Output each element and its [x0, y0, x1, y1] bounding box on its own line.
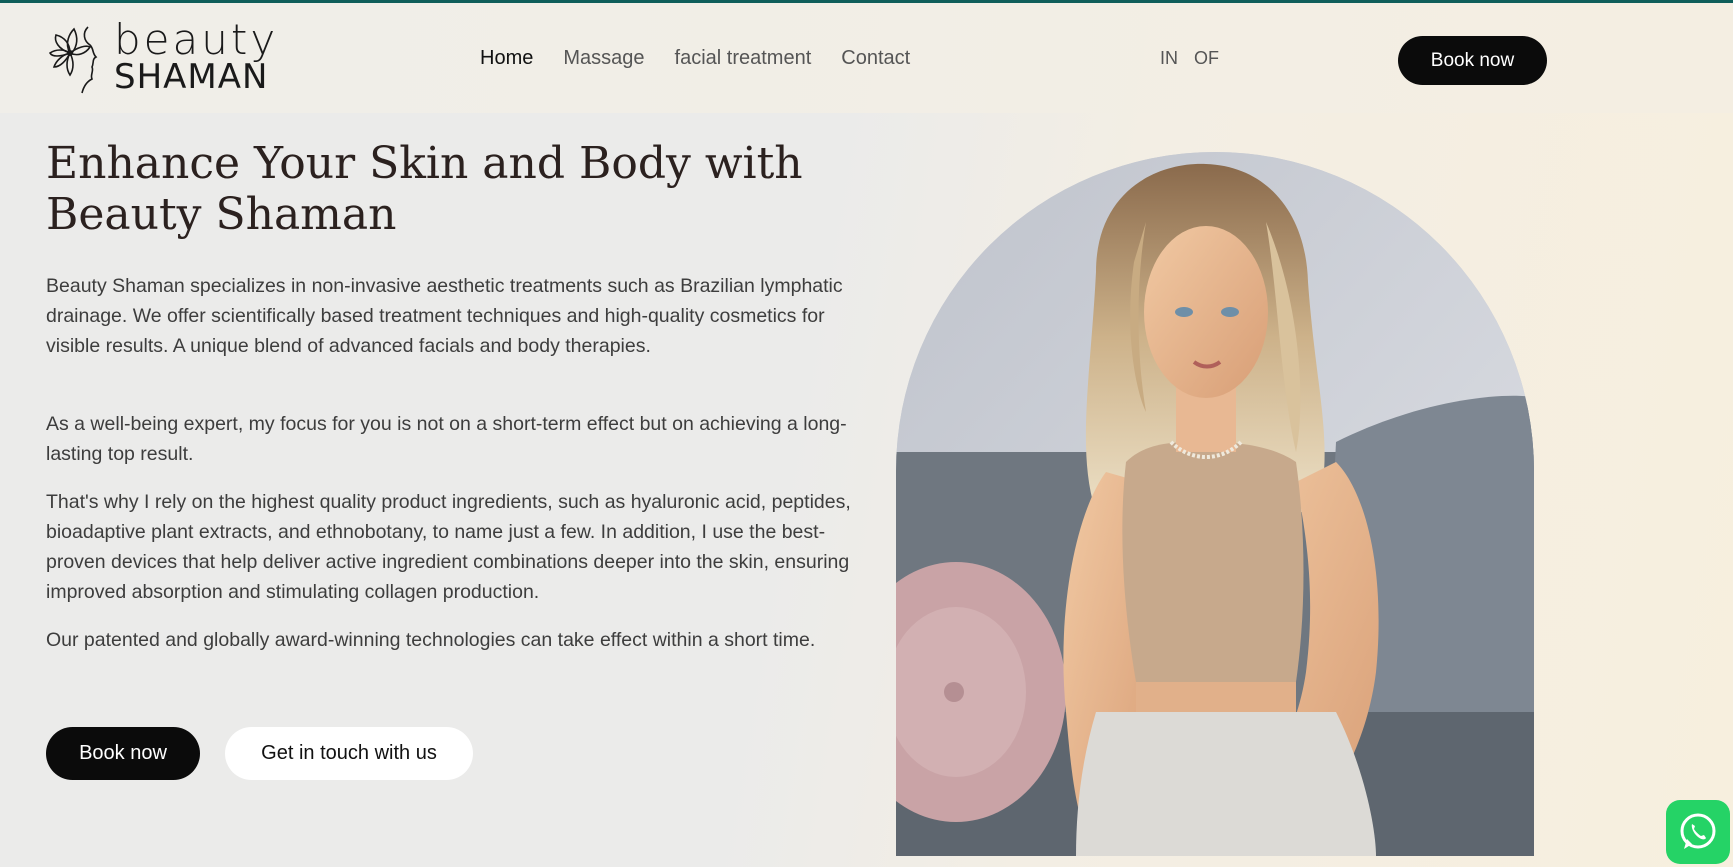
logo-text-shaman: SHAMAN: [114, 57, 269, 97]
header-book-now-button[interactable]: Book now: [1398, 36, 1547, 85]
language-option-in[interactable]: IN: [1160, 48, 1178, 69]
site-logo[interactable]: beauty SHAMAN: [48, 15, 293, 99]
lotus-face-logo-icon: [48, 26, 98, 94]
hero-paragraph-3: That's why I rely on the highest quality…: [46, 491, 851, 603]
language-switcher: IN OF: [1160, 48, 1219, 69]
whatsapp-chat-button[interactable]: [1666, 800, 1730, 864]
get-in-touch-button[interactable]: Get in touch with us: [225, 727, 473, 780]
hero-paragraph-2: As a well-being expert, my focus for you…: [46, 413, 847, 465]
nav-massage[interactable]: Massage: [563, 47, 644, 70]
nav-home[interactable]: Home: [480, 47, 533, 70]
main-nav: Home Massage facial treatment Contact: [480, 47, 910, 70]
language-option-of[interactable]: OF: [1194, 48, 1219, 69]
nav-contact[interactable]: Contact: [841, 47, 910, 70]
whatsapp-icon: [1680, 813, 1716, 849]
hero-book-now-button[interactable]: Book now: [46, 727, 200, 780]
site-header: beauty SHAMAN Home Massage facial treatm…: [0, 3, 1733, 113]
hero-portrait-image: [896, 152, 1534, 856]
hero-paragraph-4: Our patented and globally award-winning …: [46, 629, 816, 651]
hero-paragraph-1: Beauty Shaman specializes in non-invasiv…: [46, 275, 843, 357]
hero-title: Enhance Your Skin and Body with Beauty S…: [46, 138, 803, 240]
nav-facial-treatment[interactable]: facial treatment: [675, 47, 812, 70]
